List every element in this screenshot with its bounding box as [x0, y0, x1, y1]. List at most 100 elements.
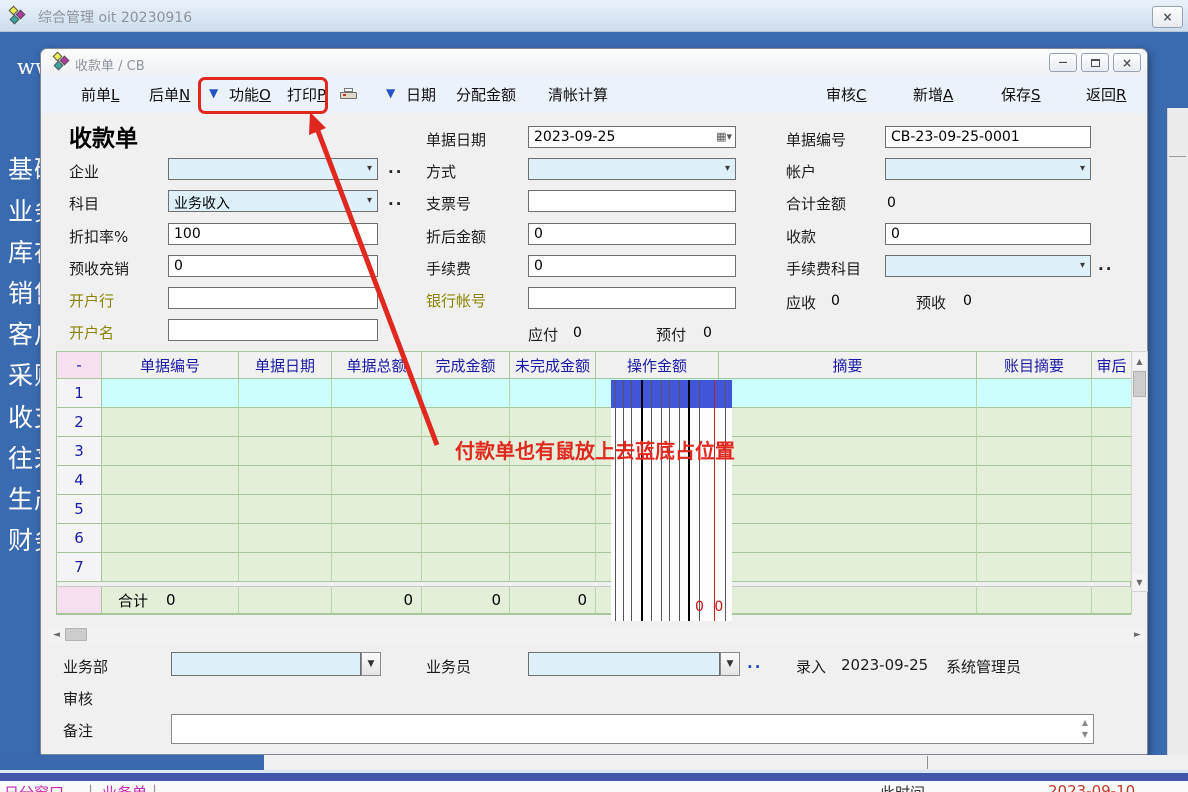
table-cell[interactable]: [239, 437, 332, 466]
advance-input[interactable]: 0: [168, 255, 378, 277]
header-summary[interactable]: 摘要: [719, 352, 977, 379]
table-cell[interactable]: [977, 379, 1092, 408]
table-cell[interactable]: [332, 437, 422, 466]
header-operate-amount[interactable]: 操作金额: [596, 352, 719, 379]
table-cell[interactable]: [422, 408, 510, 437]
table-cell[interactable]: [1092, 524, 1132, 553]
table-cell[interactable]: [422, 379, 510, 408]
table-cell[interactable]: [719, 408, 977, 437]
header-undone-amount[interactable]: 未完成金额: [510, 352, 596, 379]
table-cell[interactable]: [1092, 495, 1132, 524]
toolbar-prev-button[interactable]: 前单L: [81, 84, 119, 105]
discount-input[interactable]: 100: [168, 223, 378, 245]
doc-no-input[interactable]: CB-23-09-25-0001: [885, 126, 1091, 148]
toolbar-allocate-button[interactable]: 分配金额: [456, 84, 516, 105]
note-textarea[interactable]: ▲▼: [171, 714, 1094, 744]
row-number[interactable]: 5: [57, 495, 102, 524]
bank-account-input[interactable]: [528, 287, 736, 309]
table-cell[interactable]: [719, 466, 977, 495]
table-cell[interactable]: [977, 495, 1092, 524]
date-dropdown-arrow-icon[interactable]: ▼: [386, 86, 395, 100]
table-row[interactable]: 4: [57, 466, 1130, 495]
table-cell[interactable]: [102, 495, 239, 524]
scroll-up-icon[interactable]: ▲: [1133, 353, 1146, 369]
printer-icon[interactable]: [340, 88, 358, 102]
table-cell[interactable]: [102, 379, 239, 408]
toolbar-next-button[interactable]: 后单N: [149, 84, 190, 105]
table-cell[interactable]: [102, 524, 239, 553]
dialog-minimize-button[interactable]: —: [1049, 53, 1077, 72]
toolbar-settle-button[interactable]: 清帐计算: [548, 84, 608, 105]
spinner-icon[interactable]: ▲▼: [1079, 717, 1091, 743]
table-cell[interactable]: [239, 379, 332, 408]
table-cell[interactable]: [510, 524, 596, 553]
row-number[interactable]: 7: [57, 553, 102, 582]
dept-dropdown-button[interactable]: ▼: [361, 652, 381, 676]
table-row[interactable]: 1: [57, 379, 1130, 408]
table-cell[interactable]: [422, 466, 510, 495]
discounted-input[interactable]: 0: [528, 223, 736, 245]
horizontal-scroll-thumb[interactable]: [65, 628, 87, 641]
table-cell[interactable]: [1092, 466, 1132, 495]
scroll-left-icon[interactable]: ◄: [49, 627, 64, 642]
workspace-scroll-strip[interactable]: [1167, 108, 1188, 758]
table-cell[interactable]: [719, 495, 977, 524]
header-doc-no[interactable]: 单据编号: [102, 352, 239, 379]
company-combobox[interactable]: ▾: [168, 158, 378, 180]
fee-subject-browse-button[interactable]: ..: [1098, 256, 1113, 274]
header-doc-date[interactable]: 单据日期: [239, 352, 332, 379]
fee-input[interactable]: 0: [528, 255, 736, 277]
status-item[interactable]: 业务单: [102, 782, 147, 792]
table-cell[interactable]: [422, 553, 510, 582]
table-cell[interactable]: [332, 379, 422, 408]
bank-input[interactable]: [168, 287, 378, 309]
account-name-input[interactable]: [168, 319, 378, 341]
table-cell[interactable]: [510, 495, 596, 524]
method-combobox[interactable]: ▾: [528, 158, 736, 180]
row-number[interactable]: 2: [57, 408, 102, 437]
table-cell[interactable]: [977, 466, 1092, 495]
toolbar-add-button[interactable]: 新增A: [913, 84, 953, 105]
table-cell[interactable]: [1092, 408, 1132, 437]
clerk-dropdown-button[interactable]: ▼: [720, 652, 740, 676]
vertical-scroll-thumb[interactable]: [1133, 371, 1146, 397]
cheque-input[interactable]: [528, 190, 736, 212]
table-cell[interactable]: [510, 408, 596, 437]
row-number[interactable]: 6: [57, 524, 102, 553]
table-cell[interactable]: [332, 408, 422, 437]
header-account-summary[interactable]: 账目摘要: [977, 352, 1092, 379]
fee-subject-combobox[interactable]: ▾: [885, 255, 1091, 277]
table-cell[interactable]: [510, 553, 596, 582]
table-cell[interactable]: [332, 524, 422, 553]
table-cell[interactable]: [332, 553, 422, 582]
table-cell[interactable]: [510, 466, 596, 495]
table-cell[interactable]: [977, 524, 1092, 553]
table-cell[interactable]: [332, 495, 422, 524]
table-cell[interactable]: [332, 466, 422, 495]
account-combobox[interactable]: ▾: [885, 158, 1091, 180]
header-doc-total[interactable]: 单据总额: [332, 352, 422, 379]
toolbar-save-button[interactable]: 保存S: [1001, 84, 1041, 105]
table-cell[interactable]: [1092, 379, 1132, 408]
dialog-close-button[interactable]: ×: [1113, 53, 1141, 72]
table-cell[interactable]: [719, 379, 977, 408]
table-cell[interactable]: [239, 466, 332, 495]
row-number[interactable]: 3: [57, 437, 102, 466]
table-cell[interactable]: [422, 524, 510, 553]
table-cell[interactable]: [239, 495, 332, 524]
table-row[interactable]: 7: [57, 553, 1130, 582]
doc-date-picker[interactable]: 2023-09-25 ▦▾: [528, 126, 736, 148]
table-cell[interactable]: [1092, 553, 1132, 582]
status-item[interactable]: 日分窗口: [4, 782, 64, 792]
table-cell[interactable]: [977, 553, 1092, 582]
table-horizontal-scrollbar[interactable]: ◄ ►: [49, 627, 1145, 642]
table-cell[interactable]: [239, 408, 332, 437]
table-cell[interactable]: [510, 379, 596, 408]
scroll-down-icon[interactable]: ▼: [1133, 574, 1146, 590]
subject-combobox[interactable]: 业务收入 ▾: [168, 190, 378, 212]
table-cell[interactable]: [239, 553, 332, 582]
table-cell[interactable]: [719, 524, 977, 553]
table-cell[interactable]: [977, 408, 1092, 437]
table-row[interactable]: 2: [57, 408, 1130, 437]
table-cell[interactable]: [102, 553, 239, 582]
